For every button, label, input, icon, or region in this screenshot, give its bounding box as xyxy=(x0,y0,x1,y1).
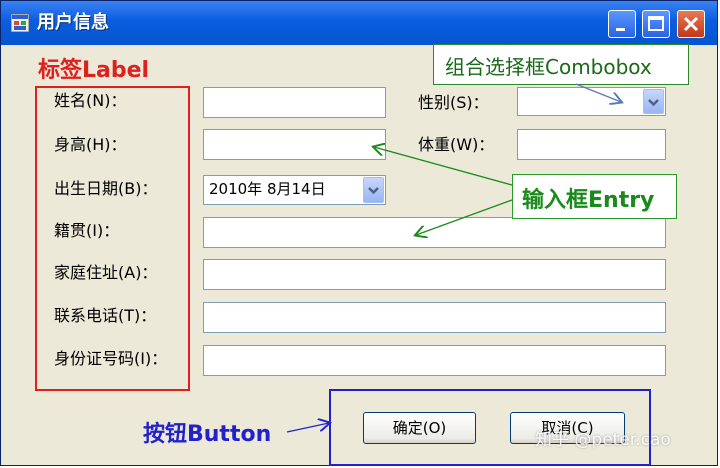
combobox-arrow xyxy=(575,83,621,102)
watermark: 知乎 @peter.cao xyxy=(535,430,671,450)
annotation-arrows xyxy=(286,83,720,433)
entry-arrow-height xyxy=(374,147,513,186)
button-arrow xyxy=(286,423,329,433)
entry-arrow-native xyxy=(416,199,513,235)
